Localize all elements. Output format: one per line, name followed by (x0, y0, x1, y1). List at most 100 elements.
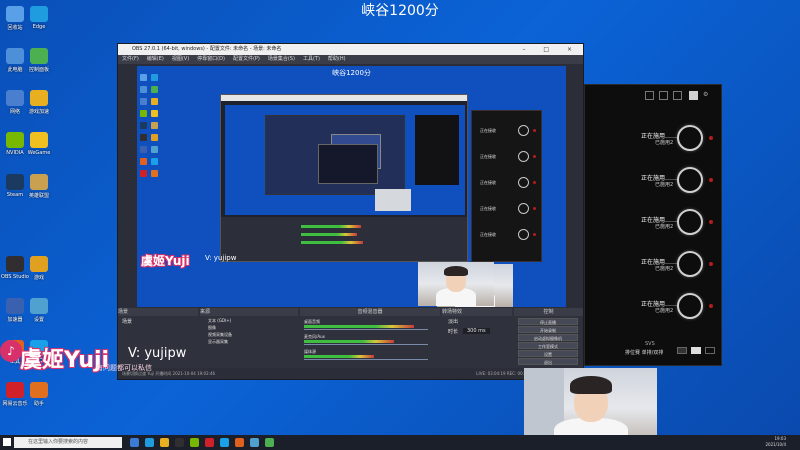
preview-app-icon (151, 86, 158, 93)
volume-slider[interactable] (304, 359, 428, 360)
window-controls[interactable]: – □ × (522, 44, 580, 55)
nested-webcam (375, 189, 411, 211)
user-icon[interactable] (691, 347, 701, 354)
desktop-icon-label: 加速器 (7, 317, 23, 323)
desktop-icon[interactable]: 游戏 (24, 256, 54, 290)
obs-preview[interactable]: 峡谷1200分 正在接收 正在接收 正在接收 正在接收 正在接收 虞姬Yuji … (137, 66, 566, 307)
obs-docks: 场景 来源 音频混音器 转场特效 控制 场景 文本 (GDI+) 图像 视频采集设备… (118, 308, 583, 368)
preview-control-panel: 正在接收 正在接收 正在接收 正在接收 正在接收 (471, 110, 542, 262)
desktop-icon-label: 游戏 (33, 275, 44, 281)
taskbar-app-icon[interactable] (250, 438, 259, 447)
preview-app-icon (151, 146, 158, 153)
dial-icon[interactable] (677, 251, 703, 277)
desktop-icon-label: 此电脑 (7, 67, 23, 73)
avatar[interactable] (689, 91, 698, 100)
settings-icon[interactable]: ⚙ (703, 91, 708, 98)
taskbar-search[interactable]: 在这里输入你要搜索的内容 (14, 437, 122, 448)
dial-icon[interactable] (518, 203, 529, 214)
chat-icon[interactable] (677, 347, 687, 354)
preview-app-icon (151, 170, 158, 177)
menu-item[interactable]: 编辑(E) (147, 56, 164, 62)
transition-duration-label: 时长 (448, 329, 459, 335)
panel-icon-1[interactable] (645, 91, 654, 100)
menu-item[interactable]: 帮助(H) (328, 56, 346, 62)
obs-title: OBS 27.0.1 (64-bit, windows) - 配置文件: 未命名… (132, 46, 282, 52)
menu-item[interactable]: 文件(F) (122, 56, 139, 62)
taskbar-app-icon[interactable] (235, 438, 244, 447)
volume-slider[interactable] (304, 344, 428, 345)
menu-item[interactable]: 停靠窗口(D) (197, 56, 225, 62)
volume-meter (304, 340, 394, 343)
desktop-icon[interactable]: 游戏加速 (24, 90, 54, 124)
mid-webcam-hair (444, 266, 468, 276)
panel-footer-tag: SVS (645, 341, 655, 347)
status-dot-icon (709, 304, 713, 308)
desktop-icon-label: 设置 (33, 317, 44, 323)
dial-icon[interactable] (518, 177, 529, 188)
start-icon[interactable] (3, 438, 11, 446)
taskbar-app-icon[interactable] (220, 438, 229, 447)
menu-item[interactable]: 工具(T) (303, 56, 320, 62)
taskbar-app-icon[interactable] (265, 438, 274, 447)
preview-app-icon (140, 170, 147, 177)
panel-icon-2[interactable] (659, 91, 668, 100)
source-item[interactable]: 图像 (208, 325, 216, 331)
taskbar-app-icon[interactable] (205, 438, 214, 447)
app-icon (6, 298, 24, 314)
taskbar-app-icon[interactable] (175, 438, 184, 447)
volume-slider[interactable] (304, 329, 428, 330)
status-dot-icon (533, 207, 536, 210)
panel-icon-3[interactable] (673, 91, 682, 100)
nested-meter-1 (301, 225, 361, 228)
desktop-icon[interactable]: 助手 (24, 382, 54, 416)
desktop-icon[interactable]: Edge (24, 6, 54, 40)
control-button[interactable]: 启动虚拟摄像机 (518, 334, 578, 341)
scene-item[interactable]: 场景 (122, 318, 132, 325)
app-icon (30, 256, 48, 272)
desktop-icon[interactable]: 控制面板 (24, 48, 54, 82)
system-tray[interactable]: 19:03 2021/10/4 (765, 436, 786, 448)
taskbar-app-icon[interactable] (160, 438, 169, 447)
desktop-icon-label: 助手 (33, 401, 44, 407)
source-item[interactable]: 文本 (GDI+) (208, 318, 231, 324)
taskbar-app-icon[interactable] (130, 438, 139, 447)
app-icon (30, 132, 48, 148)
dial-icon[interactable] (677, 125, 703, 151)
desktop-icon[interactable]: 英雄联盟 (24, 174, 54, 208)
preview-title: 峡谷1200分 (332, 69, 371, 77)
app-icon (6, 6, 24, 22)
more-icon[interactable] (705, 347, 715, 354)
controls-header: 控制 (514, 308, 583, 316)
row-subtitle: 已施用2 (655, 140, 674, 146)
menu-item[interactable]: 视图(V) (172, 56, 189, 62)
taskbar-app-icon[interactable] (145, 438, 154, 447)
dial-icon[interactable] (677, 293, 703, 319)
dial-icon[interactable] (518, 125, 529, 136)
desktop-icon[interactable]: WeGame (24, 132, 54, 166)
app-icon (6, 90, 24, 106)
control-button[interactable]: 退出 (518, 358, 578, 365)
control-button[interactable]: 工作室模式 (518, 342, 578, 349)
source-item[interactable]: 视频采集设备 (208, 332, 232, 338)
dial-icon[interactable] (677, 167, 703, 193)
dial-icon[interactable] (677, 209, 703, 235)
preview-watermark-logo: 虞姬Yuji (141, 254, 190, 268)
volume-meter (304, 325, 414, 328)
status-dot-icon (533, 155, 536, 158)
taskbar-app-icon[interactable] (190, 438, 199, 447)
dial-icon[interactable] (518, 151, 529, 162)
transition-select[interactable]: 淡出 (448, 318, 458, 325)
desktop-icon-label: Edge (32, 24, 46, 30)
control-button[interactable]: 停止直播 (518, 318, 578, 325)
app-icon (30, 174, 48, 190)
menu-item[interactable]: 场景集合(S) (268, 56, 295, 62)
menu-item[interactable]: 配置文件(P) (233, 56, 260, 62)
control-button[interactable]: 设置 (518, 350, 578, 357)
status-dot-icon (533, 181, 536, 184)
source-item[interactable]: 显示器采集 (208, 339, 228, 345)
desktop-icon[interactable]: 设置 (24, 298, 54, 332)
dial-icon[interactable] (518, 229, 529, 240)
obs-window: OBS 27.0.1 (64-bit, windows) - 配置文件: 未命名… (117, 43, 584, 380)
control-button[interactable]: 开始录制 (518, 326, 578, 333)
transition-duration[interactable]: 300 ms (463, 328, 490, 334)
